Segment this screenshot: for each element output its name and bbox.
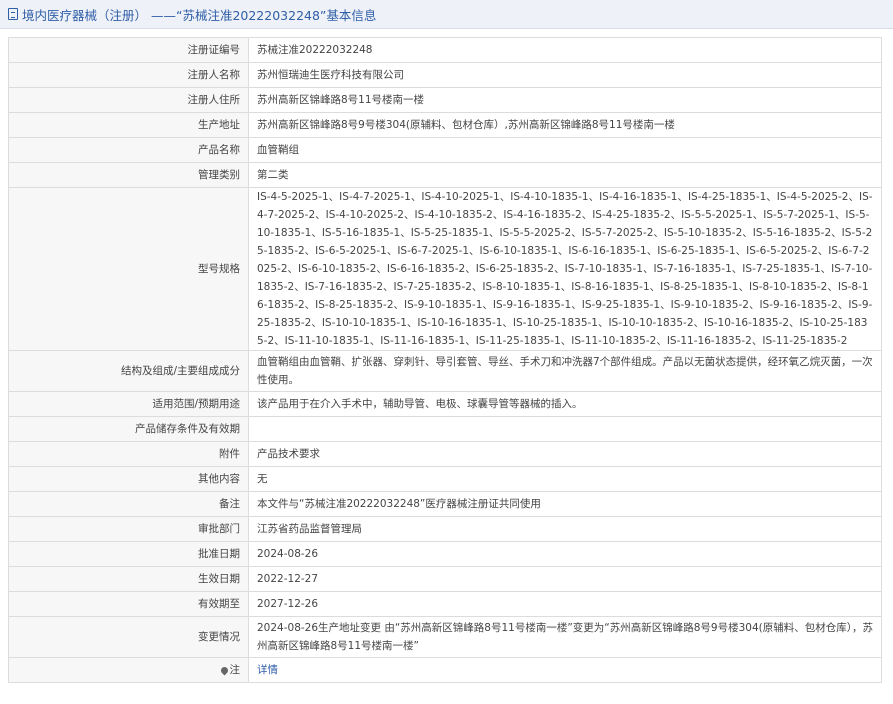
row-value: 苏州高新区锦峰路8号9号楼304(原辅料、包材仓库）,苏州高新区锦峰路8号11号…	[248, 112, 882, 138]
row-value: 2024-08-26生产地址变更 由“苏州高新区锦峰路8号11号楼南一楼”变更为…	[248, 616, 882, 658]
row-value: 2027-12-26	[248, 591, 882, 617]
page-title: 境内医疗器械（注册） ——“苏械注准20222032248”基本信息	[22, 7, 377, 23]
table-row: 注册人住所 苏州高新区锦峰路8号11号楼南一楼	[8, 87, 882, 113]
row-value: 第二类	[248, 162, 882, 188]
table-row: 生效日期 2022-12-27	[8, 566, 882, 592]
row-value: 苏州恒瑞迪生医疗科技有限公司	[248, 62, 882, 88]
table-row: 管理类别 第二类	[8, 162, 882, 188]
row-label: 注册证编号	[8, 37, 249, 63]
table-row: 型号规格 IS-4-5-2025-1、IS-4-7-2025-1、IS-4-10…	[8, 187, 882, 351]
row-value: 该产品用于在介入手术中，辅助导管、电极、球囊导管等器械的插入。	[248, 391, 882, 417]
row-label: 结构及组成/主要组成成分	[8, 350, 249, 392]
row-label: 注册人住所	[8, 87, 249, 113]
row-value: 血管鞘组由血管鞘、扩张器、穿刺针、导引套管、导丝、手术刀和冲洗器7个部件组成。产…	[248, 350, 882, 392]
note-value-cell: 详情	[248, 657, 882, 683]
pin-icon	[219, 665, 229, 675]
row-value	[248, 416, 882, 442]
row-label: 产品储存条件及有效期	[8, 416, 249, 442]
page-header: 境内医疗器械（注册） ——“苏械注准20222032248”基本信息	[0, 0, 893, 29]
table-row-note: 注 详情	[8, 657, 882, 683]
note-label: 注	[229, 664, 241, 676]
row-label: 审批部门	[8, 516, 249, 542]
row-label: 管理类别	[8, 162, 249, 188]
row-value: 江苏省药品监督管理局	[248, 516, 882, 542]
row-value: 本文件与“苏械注准20222032248”医疗器械注册证共同使用	[248, 491, 882, 517]
table-row: 产品名称 血管鞘组	[8, 137, 882, 163]
table-row: 注册人名称 苏州恒瑞迪生医疗科技有限公司	[8, 62, 882, 88]
table-row: 附件 产品技术要求	[8, 441, 882, 467]
row-label: 适用范围/预期用途	[8, 391, 249, 417]
table-row: 结构及组成/主要组成成分 血管鞘组由血管鞘、扩张器、穿刺针、导引套管、导丝、手术…	[8, 350, 882, 392]
row-value: 2024-08-26	[248, 541, 882, 567]
row-label: 附件	[8, 441, 249, 467]
table-row: 生产地址 苏州高新区锦峰路8号9号楼304(原辅料、包材仓库）,苏州高新区锦峰路…	[8, 112, 882, 138]
row-value: 2022-12-27	[248, 566, 882, 592]
row-label: 注册人名称	[8, 62, 249, 88]
row-value: 无	[248, 466, 882, 492]
row-label: 变更情况	[8, 616, 249, 658]
table-row: 备注 本文件与“苏械注准20222032248”医疗器械注册证共同使用	[8, 491, 882, 517]
details-link[interactable]: 详情	[257, 664, 278, 676]
document-icon	[8, 8, 18, 20]
row-value: 血管鞘组	[248, 137, 882, 163]
table-row: 审批部门 江苏省药品监督管理局	[8, 516, 882, 542]
row-label: 产品名称	[8, 137, 249, 163]
table-row: 有效期至 2027-12-26	[8, 591, 882, 617]
row-label: 生产地址	[8, 112, 249, 138]
row-label: 有效期至	[8, 591, 249, 617]
info-table: 注册证编号 苏械注准20222032248 注册人名称 苏州恒瑞迪生医疗科技有限…	[8, 37, 882, 683]
row-value: IS-4-5-2025-1、IS-4-7-2025-1、IS-4-10-2025…	[248, 187, 882, 351]
table-row: 适用范围/预期用途 该产品用于在介入手术中，辅助导管、电极、球囊导管等器械的插入…	[8, 391, 882, 417]
table-row: 批准日期 2024-08-26	[8, 541, 882, 567]
row-label: 生效日期	[8, 566, 249, 592]
table-row: 其他内容 无	[8, 466, 882, 492]
row-value: 苏州高新区锦峰路8号11号楼南一楼	[248, 87, 882, 113]
row-value: 产品技术要求	[248, 441, 882, 467]
row-label: 批准日期	[8, 541, 249, 567]
note-label-cell: 注	[8, 657, 249, 683]
row-label: 型号规格	[8, 187, 249, 351]
row-label: 备注	[8, 491, 249, 517]
row-label: 其他内容	[8, 466, 249, 492]
row-value: 苏械注准20222032248	[248, 37, 882, 63]
table-row: 产品储存条件及有效期	[8, 416, 882, 442]
table-row: 注册证编号 苏械注准20222032248	[8, 37, 882, 63]
table-row: 变更情况 2024-08-26生产地址变更 由“苏州高新区锦峰路8号11号楼南一…	[8, 616, 882, 658]
